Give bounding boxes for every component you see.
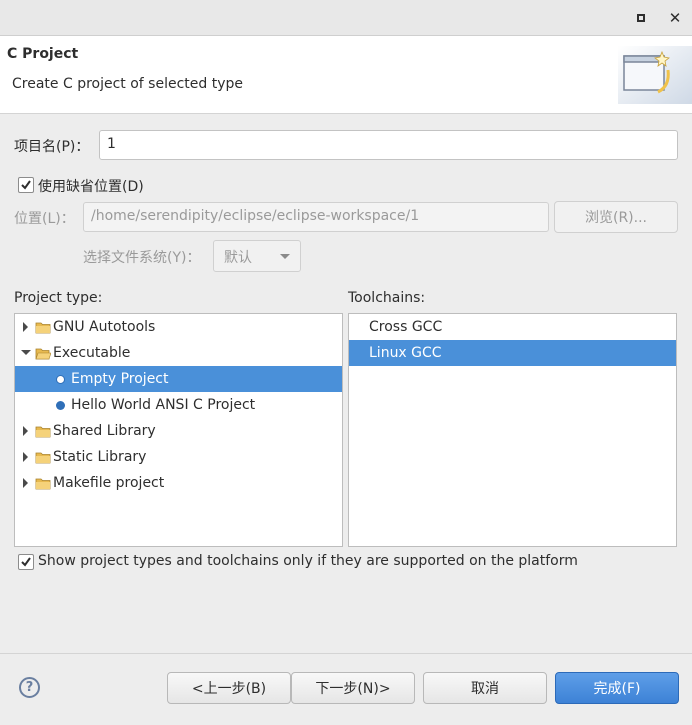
folder-icon	[35, 452, 51, 464]
browse-button[interactable]: 浏览(R)...	[554, 201, 678, 233]
project-type-icon	[56, 401, 65, 410]
title-bar: ✕	[0, 0, 692, 36]
tree-item-label: Shared Library	[53, 423, 156, 439]
maximize-icon[interactable]	[632, 9, 650, 27]
use-default-location-label: 使用缺省位置(D)	[38, 179, 144, 195]
toolchain-item-linux-gcc[interactable]: Linux GCC	[349, 340, 676, 366]
expand-arrow-icon[interactable]	[23, 478, 28, 488]
folder-icon	[35, 322, 51, 334]
collapse-arrow-icon[interactable]	[21, 350, 31, 355]
location-input[interactable]: /home/serendipity/eclipse/eclipse-worksp…	[83, 202, 549, 232]
use-default-location-checkbox[interactable]	[18, 177, 34, 193]
show-supported-checkbox[interactable]	[18, 554, 34, 570]
toolchain-item-cross-gcc[interactable]: Cross GCC	[349, 314, 676, 340]
wizard-banner-icon	[618, 46, 692, 104]
project-type-icon	[56, 375, 65, 384]
next-button[interactable]: 下一步(N)>	[291, 672, 415, 704]
project-name-label: 项目名(P)：	[14, 139, 90, 155]
project-type-label: Project type:	[14, 290, 103, 306]
toolchain-label: Linux GCC	[369, 345, 442, 361]
folder-icon	[35, 478, 51, 490]
tree-item-label: Makefile project	[53, 475, 165, 491]
tree-item-static-library[interactable]: Static Library	[15, 444, 342, 470]
tree-item-label: Static Library	[53, 449, 147, 465]
file-system-select[interactable]: 默认	[213, 240, 301, 272]
footer-divider	[0, 653, 692, 654]
tree-item-label: GNU Autotools	[53, 319, 156, 335]
close-icon[interactable]: ✕	[666, 9, 684, 27]
toolchains-list[interactable]: Cross GCC Linux GCC	[348, 313, 677, 547]
tree-item-empty-project[interactable]: Empty Project	[15, 366, 342, 392]
cancel-button[interactable]: 取消	[423, 672, 547, 704]
tree-item-label: Hello World ANSI C Project	[71, 397, 256, 413]
tree-item-executable[interactable]: Executable	[15, 340, 342, 366]
toolchains-label: Toolchains:	[348, 290, 426, 306]
finish-button[interactable]: 完成(F)	[555, 672, 679, 704]
tree-item-makefile-project[interactable]: Makefile project	[15, 470, 342, 496]
expand-arrow-icon[interactable]	[23, 426, 28, 436]
help-icon[interactable]: ?	[19, 677, 40, 698]
tree-item-label: Empty Project	[71, 371, 169, 387]
tree-item-hello-world[interactable]: Hello World ANSI C Project	[15, 392, 342, 418]
wizard-description: Create C project of selected type	[12, 76, 243, 92]
file-system-label: 选择文件系统(Y)：	[83, 250, 201, 266]
tree-item-label: Executable	[53, 345, 131, 361]
file-system-value: 默认	[224, 250, 252, 266]
location-label: 位置(L)：	[14, 211, 75, 227]
tree-item-shared-library[interactable]: Shared Library	[15, 418, 342, 444]
show-supported-label: Show project types and toolchains only i…	[38, 553, 578, 569]
expand-arrow-icon[interactable]	[23, 452, 28, 462]
project-type-tree[interactable]: GNU Autotools Executable Empty Project H…	[14, 313, 343, 547]
expand-arrow-icon[interactable]	[23, 322, 28, 332]
wizard-title: C Project	[7, 46, 79, 62]
folder-icon	[35, 426, 51, 438]
toolchain-label: Cross GCC	[369, 319, 443, 335]
chevron-down-icon	[280, 254, 290, 259]
tree-item-gnu-autotools[interactable]: GNU Autotools	[15, 314, 342, 340]
back-button[interactable]: <上一步(B)	[167, 672, 291, 704]
project-name-input[interactable]: 1	[99, 130, 678, 160]
folder-open-icon	[35, 348, 51, 360]
wizard-header: C Project Create C project of selected t…	[0, 36, 692, 114]
